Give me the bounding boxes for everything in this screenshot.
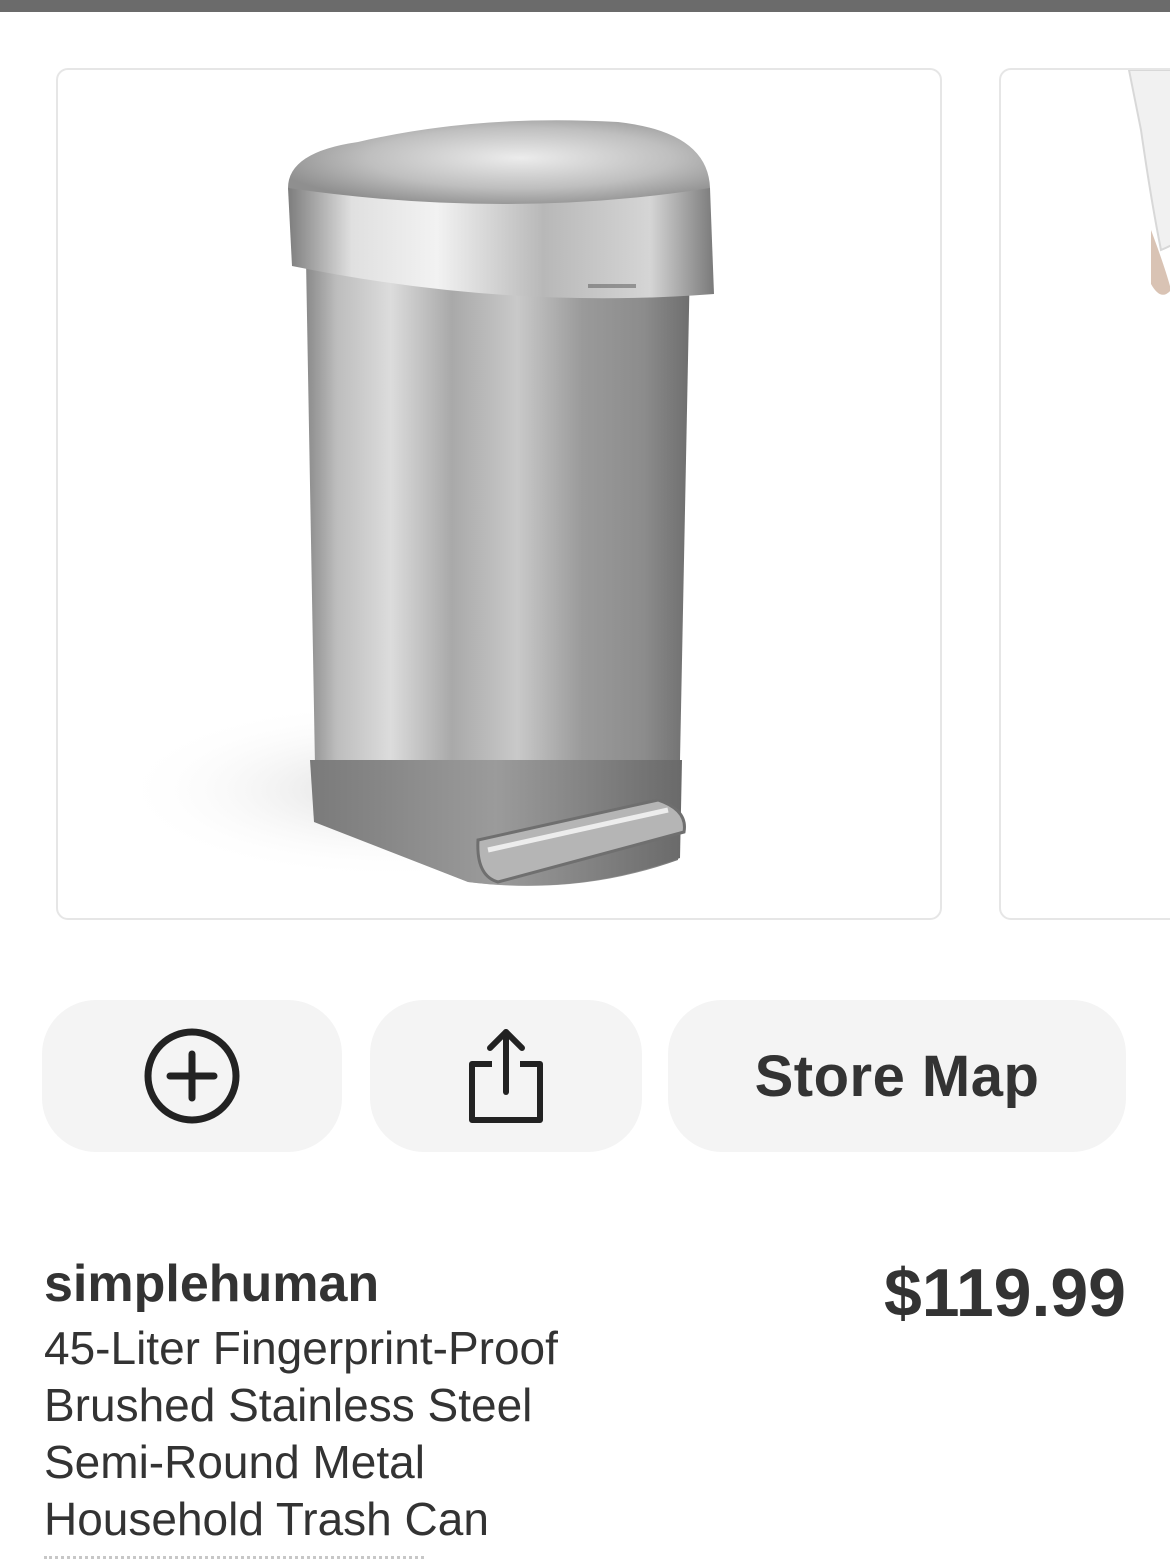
product-title-line: 45-Liter Fingerprint-Proof xyxy=(44,1322,558,1374)
share-button[interactable] xyxy=(370,1000,642,1152)
next-image-preview xyxy=(1127,70,1170,295)
share-icon xyxy=(469,1029,543,1123)
store-map-label: Store Map xyxy=(754,1043,1040,1109)
product-image-card[interactable] xyxy=(56,68,942,920)
product-brand[interactable]: simplehuman xyxy=(44,1254,379,1314)
trash-can-image xyxy=(118,120,714,886)
action-row: Store Map xyxy=(0,1000,1170,1152)
product-price: $119.99 xyxy=(883,1255,1126,1331)
plus-circle-icon xyxy=(144,1028,240,1124)
store-map-button[interactable]: Store Map xyxy=(668,1000,1126,1152)
next-image-card[interactable] xyxy=(999,68,1170,920)
product-image-carousel[interactable] xyxy=(0,68,1170,922)
product-title: 45-Liter Fingerprint-Proof Brushed Stain… xyxy=(44,1320,684,1548)
product-title-line: Semi-Round Metal xyxy=(44,1436,425,1488)
status-bar-strip xyxy=(0,0,1170,12)
product-title-line: Brushed Stainless Steel xyxy=(44,1379,533,1431)
product-title-line: Household Trash Can xyxy=(44,1493,489,1545)
add-to-list-button[interactable] xyxy=(42,1000,342,1152)
rating-row-partial xyxy=(44,1556,424,1565)
